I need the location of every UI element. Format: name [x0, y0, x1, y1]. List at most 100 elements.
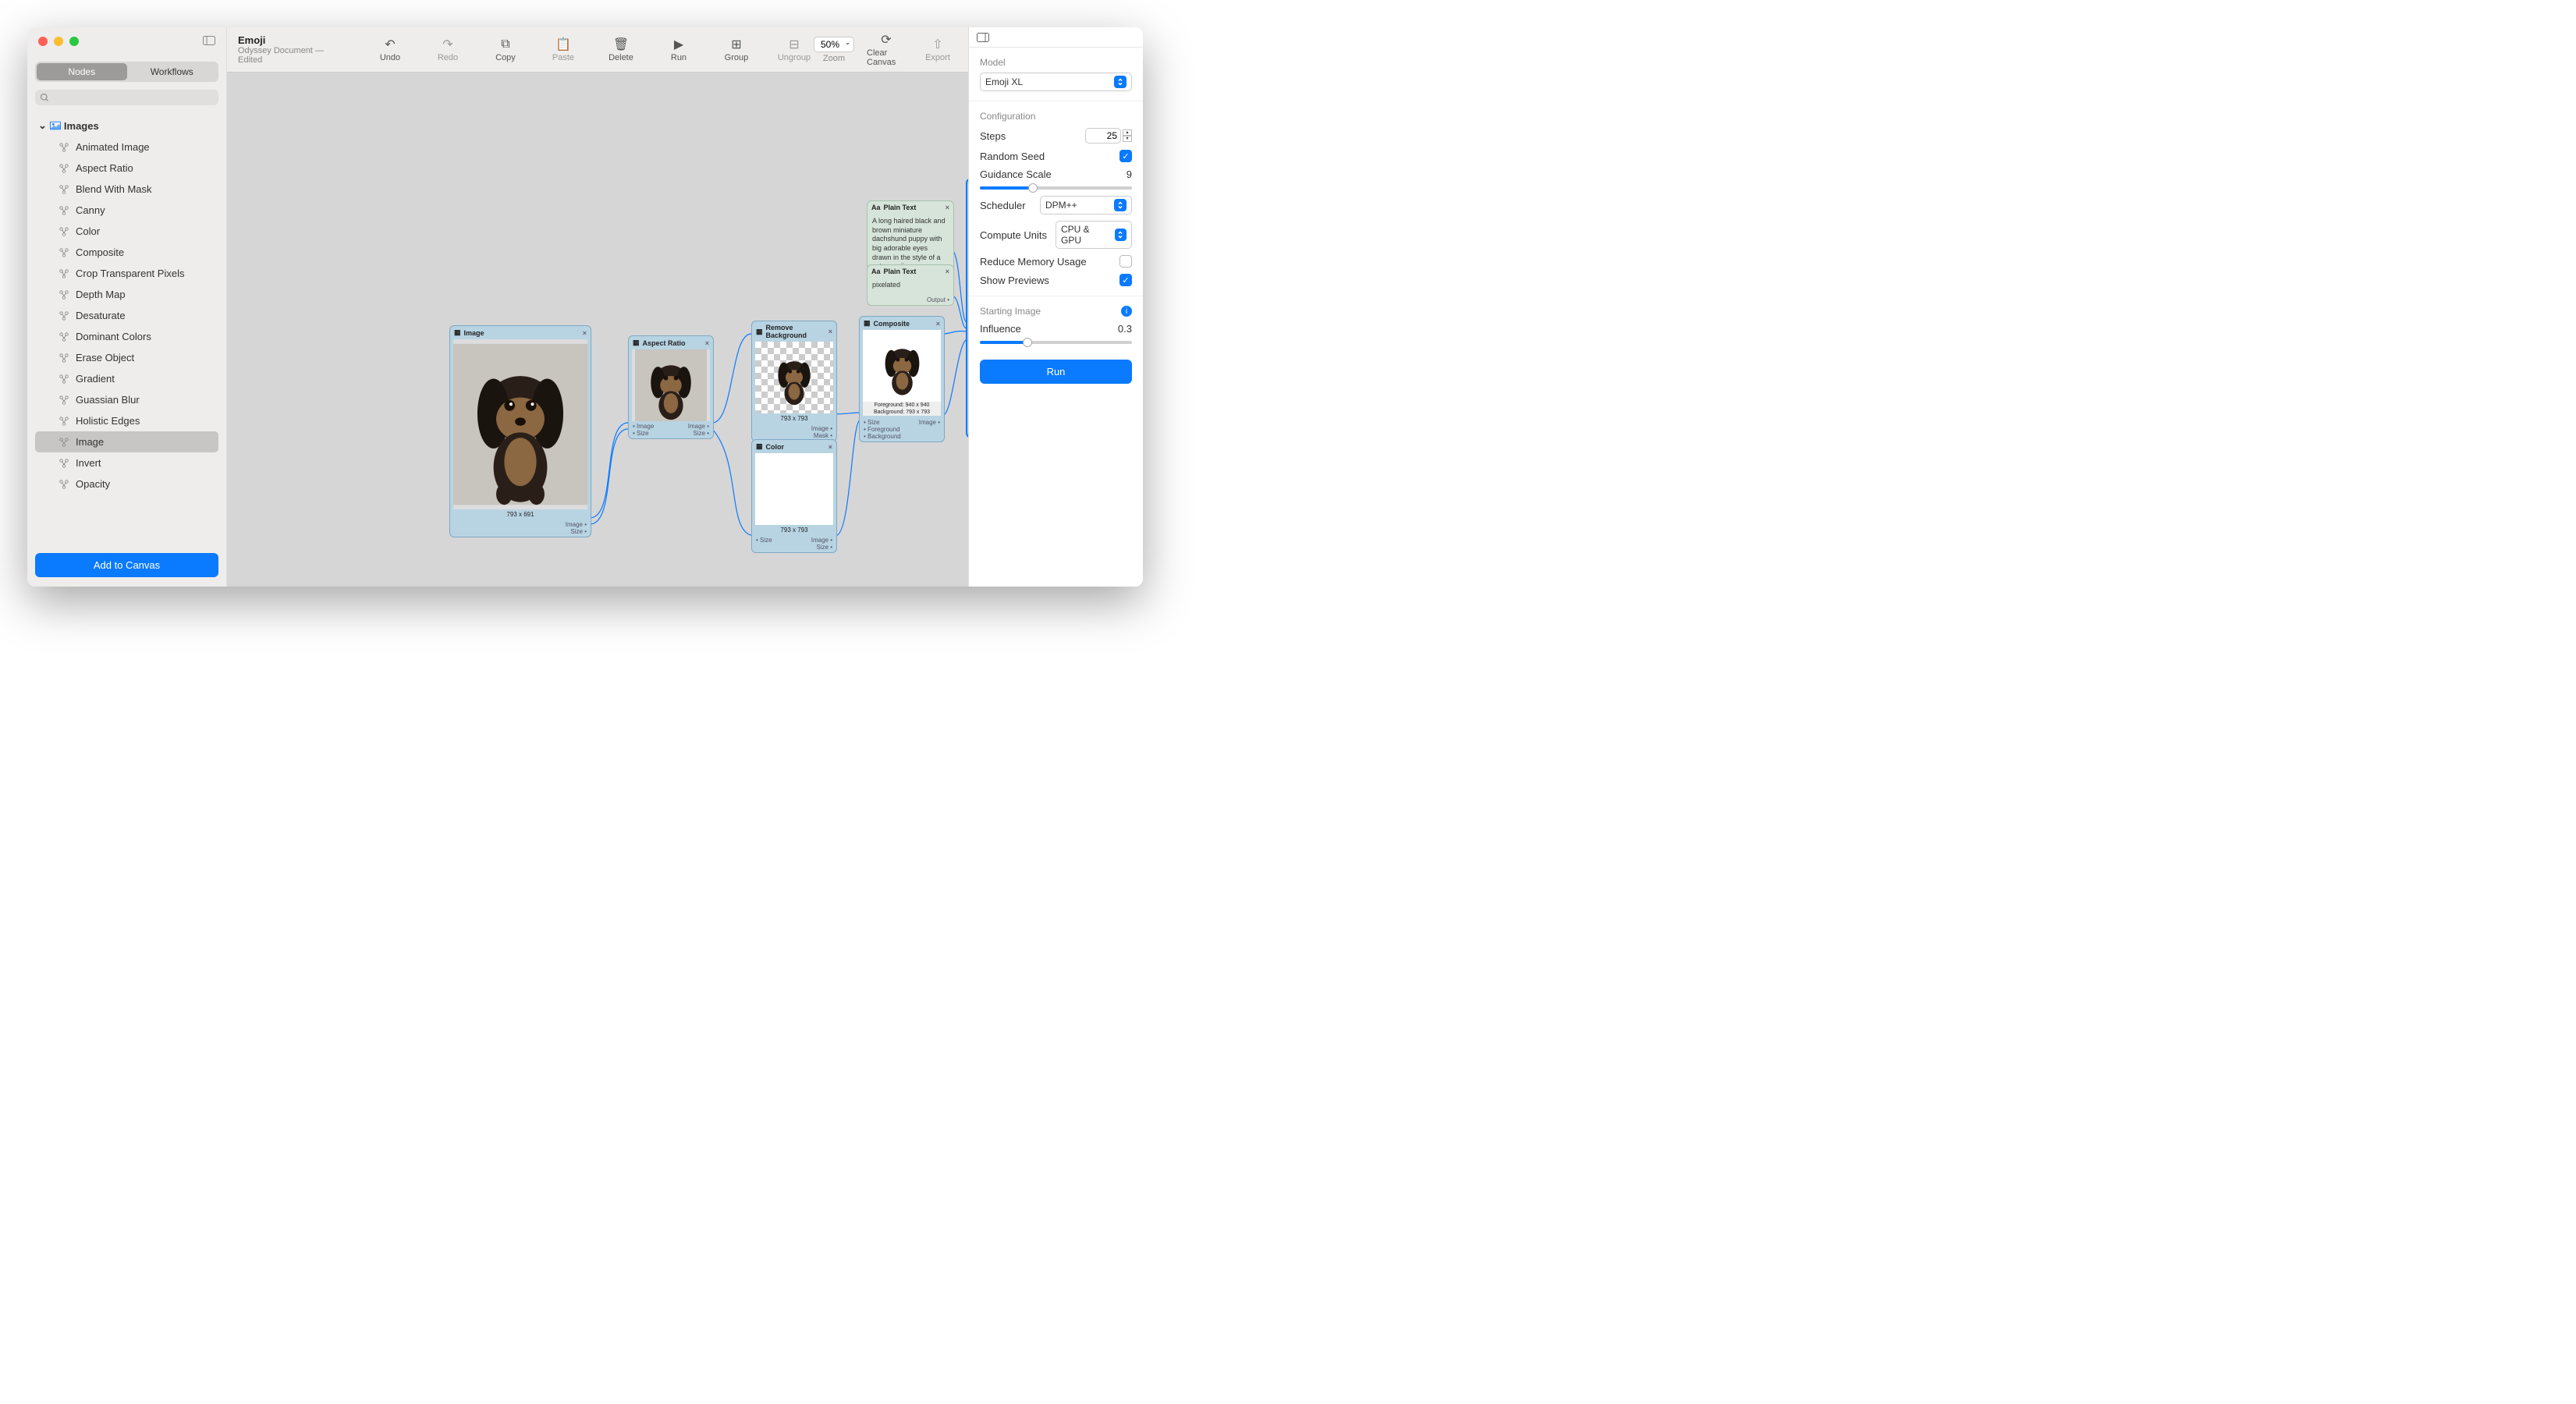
- inspector-run-button[interactable]: Run: [980, 360, 1132, 384]
- sd-port[interactable]: • Line Art (Anime): [967, 383, 968, 390]
- tree-item-guassian-blur[interactable]: Guassian Blur: [35, 389, 218, 410]
- tree-item-composite[interactable]: Composite: [35, 242, 218, 263]
- close-window-icon[interactable]: [38, 37, 48, 46]
- node-remove-background[interactable]: ▦Remove Background× 793 x 793 Image •Mas…: [751, 321, 837, 441]
- tree-item-opacity[interactable]: Opacity: [35, 473, 218, 495]
- tree-item-blend-with-mask[interactable]: Blend With Mask: [35, 179, 218, 200]
- sd-port[interactable]: • Inpainting: [967, 397, 968, 404]
- sd-port[interactable]: • Blur: [967, 404, 968, 411]
- copy-button[interactable]: ⧉Copy: [486, 37, 525, 62]
- node-type-icon: [59, 458, 69, 469]
- inspector: Model Emoji XL Configuration Steps ▴▾ Ra…: [968, 27, 1143, 587]
- minimize-window-icon[interactable]: [54, 37, 63, 46]
- node-plain-text-2[interactable]: AaPlain Text× pixelated Output •: [867, 264, 954, 306]
- tree-item-gradient[interactable]: Gradient: [35, 368, 218, 389]
- steps-input[interactable]: [1085, 128, 1121, 144]
- toolbar-actions: ↶Undo ↷Redo ⧉Copy 📋Paste 🗑Delete ▶Run ⊞G…: [371, 37, 814, 62]
- sd-port[interactable]: • Prompt (Text): [967, 321, 968, 329]
- node-image[interactable]: ▦Image× 7: [449, 325, 591, 537]
- tree-item-dominant-colors[interactable]: Dominant Colors: [35, 326, 218, 347]
- chevron-down-icon: ⌄: [38, 119, 47, 132]
- canvas[interactable]: ▦Image× 7: [227, 73, 968, 587]
- sd-port[interactable]: • QR Code: [967, 418, 968, 425]
- scheduler-row: Scheduler DPM++: [980, 196, 1132, 214]
- tree-group-label: Images: [64, 120, 99, 132]
- node-type-icon: [59, 226, 69, 237]
- main-area: Emoji Odyssey Document — Edited ↶Undo ↷R…: [227, 27, 968, 587]
- tree-group-images[interactable]: ⌄ Images: [32, 115, 222, 136]
- zoom-label: Zoom: [823, 54, 845, 63]
- tree-item-depth-map[interactable]: Depth Map: [35, 284, 218, 305]
- sidebar: Nodes Workflows ⌄ Images Animated ImageA…: [27, 27, 227, 587]
- search-input[interactable]: [35, 90, 218, 105]
- tab-workflows[interactable]: Workflows: [127, 63, 218, 80]
- close-icon[interactable]: ×: [946, 268, 949, 275]
- random-seed-checkbox[interactable]: [1119, 150, 1132, 162]
- sd-port[interactable]: • Mask (Inpainting): [967, 346, 968, 355]
- node-color[interactable]: ▦Color× 793 x 793 • SizeImage •Size •: [751, 439, 837, 553]
- panel-icon[interactable]: [977, 33, 989, 42]
- node-stable-diffusion[interactable]: ▦Stable Diffusion× • Prompt (Text)• Nega…: [967, 179, 968, 438]
- close-icon[interactable]: ×: [583, 329, 587, 337]
- close-icon[interactable]: ×: [705, 339, 709, 347]
- document-title: Emoji: [238, 34, 328, 46]
- sd-port[interactable]: • Scribble: [967, 369, 968, 376]
- group-button[interactable]: ⊞Group: [717, 37, 756, 62]
- influence-slider[interactable]: [980, 341, 1132, 344]
- tree-item-desaturate[interactable]: Desaturate: [35, 305, 218, 326]
- toggle-sidebar-icon[interactable]: [203, 35, 215, 48]
- clear-canvas-button[interactable]: ⟳Clear Canvas: [867, 33, 906, 67]
- sd-port[interactable]: • Depth: [967, 390, 968, 397]
- node-composite[interactable]: ▦Composite× Foreground: 940 x 940 Backgr…: [859, 316, 945, 442]
- node-type-icon: [59, 247, 69, 258]
- steps-stepper[interactable]: ▴▾: [1123, 129, 1132, 142]
- sidebar-tabs: Nodes Workflows: [35, 62, 218, 82]
- delete-button[interactable]: 🗑Delete: [601, 37, 640, 62]
- sd-port[interactable]: • Negative Prompt (Text): [967, 329, 968, 338]
- close-icon[interactable]: ×: [829, 328, 832, 335]
- tree-item-image[interactable]: Image: [35, 431, 218, 452]
- tree-item-erase-object[interactable]: Erase Object: [35, 347, 218, 368]
- redo-button[interactable]: ↷Redo: [428, 37, 467, 62]
- node-type-icon: [59, 268, 69, 279]
- sd-port[interactable]: • Custom Edges: [967, 355, 968, 362]
- add-to-canvas-button[interactable]: Add to Canvas: [35, 553, 218, 577]
- compute-select[interactable]: CPU & GPU: [1056, 221, 1132, 249]
- close-icon[interactable]: ×: [936, 320, 940, 328]
- tree-item-color[interactable]: Color: [35, 221, 218, 242]
- undo-button[interactable]: ↶Undo: [371, 37, 410, 62]
- scheduler-select[interactable]: DPM++: [1040, 196, 1132, 214]
- reduce-memory-checkbox[interactable]: [1119, 255, 1132, 268]
- node-type-icon: [59, 310, 69, 321]
- sd-port[interactable]: • MLSD: [967, 362, 968, 369]
- model-select[interactable]: Emoji XL: [980, 73, 1132, 91]
- show-previews-checkbox[interactable]: [1119, 274, 1132, 286]
- chevron-updown-icon: [1114, 76, 1127, 88]
- tree-item-canny[interactable]: Canny: [35, 200, 218, 221]
- tab-nodes[interactable]: Nodes: [37, 63, 127, 80]
- node-aspect-ratio[interactable]: ▦Aspect Ratio× • Image• SizeImage •Size …: [628, 335, 714, 439]
- ungroup-button[interactable]: ⊟Ungroup: [775, 37, 814, 62]
- close-icon[interactable]: ×: [946, 204, 949, 211]
- zoom-window-icon[interactable]: [69, 37, 79, 46]
- tree-item-invert[interactable]: Invert: [35, 452, 218, 473]
- export-button[interactable]: ⇧Export: [918, 37, 957, 62]
- zoom-select[interactable]: 50%⌄: [814, 37, 854, 52]
- close-icon[interactable]: ×: [829, 443, 832, 451]
- run-button[interactable]: ▶Run: [659, 37, 698, 62]
- node-type-icon: [59, 332, 69, 342]
- tree-item-holistic-edges[interactable]: Holistic Edges: [35, 410, 218, 431]
- influence-value: 0.3: [1118, 323, 1132, 335]
- sd-port[interactable]: • Tile: [967, 411, 968, 418]
- guidance-row: Guidance Scale 9: [980, 168, 1132, 180]
- toolbar-right: 50%⌄ Zoom ⟳Clear Canvas ⇧Export: [814, 33, 968, 67]
- tree-item-aspect-ratio[interactable]: Aspect Ratio: [35, 158, 218, 179]
- images-icon: [50, 120, 61, 131]
- info-icon[interactable]: i: [1121, 306, 1132, 317]
- tree-item-crop-transparent-pixels[interactable]: Crop Transparent Pixels: [35, 263, 218, 284]
- guidance-slider[interactable]: [980, 186, 1132, 190]
- sd-port[interactable]: • Line Art: [967, 376, 968, 383]
- sd-port[interactable]: • Starting Image: [967, 338, 968, 346]
- tree-item-animated-image[interactable]: Animated Image: [35, 136, 218, 158]
- paste-button[interactable]: 📋Paste: [544, 37, 583, 62]
